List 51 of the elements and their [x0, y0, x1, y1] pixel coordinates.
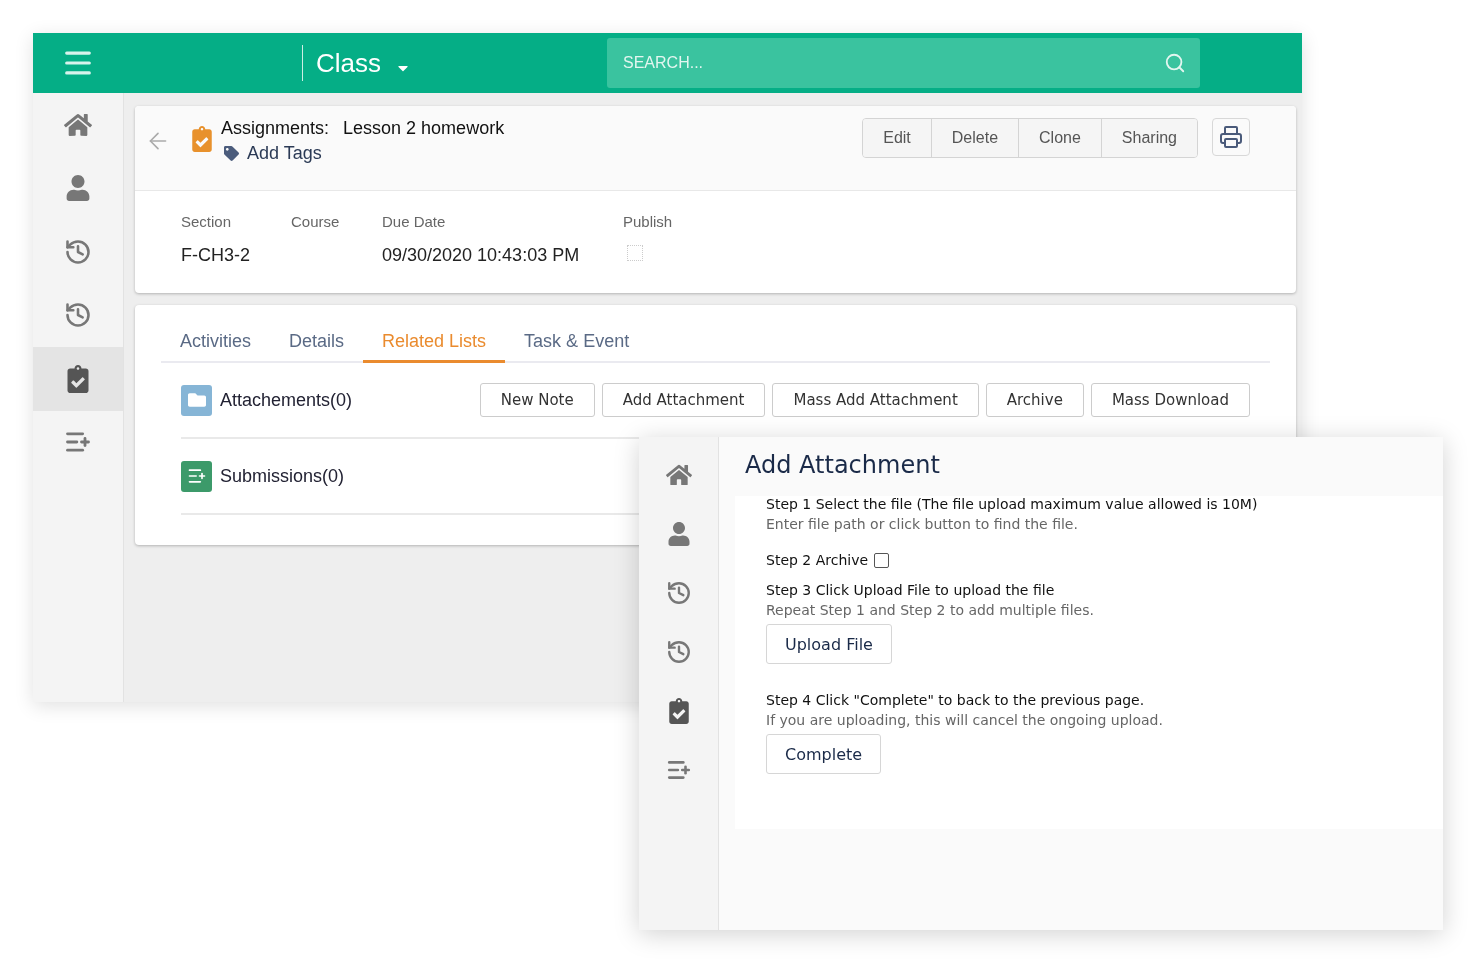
history-icon	[665, 638, 692, 665]
record-title: Lesson 2 homework	[343, 118, 505, 139]
search-field[interactable]: SEARCH...	[621, 53, 1164, 73]
action-button[interactable]: Delete	[930, 119, 1019, 157]
field-label: Section	[181, 213, 233, 230]
list-action-button[interactable]: Mass Add Attachment	[772, 383, 979, 417]
search-icon	[1164, 52, 1186, 74]
user-icon	[65, 175, 91, 202]
printer-icon	[1219, 125, 1243, 149]
step-hint: Enter file path or click button to find the file.	[766, 516, 1079, 532]
add-tags-link[interactable]: Add Tags	[224, 143, 505, 164]
list-action-button[interactable]: Archive	[985, 383, 1084, 417]
step-button[interactable]: Upload File	[766, 624, 892, 664]
action-button[interactable]: Clone	[1018, 119, 1101, 157]
step-hint: If you are uploading, this will cancel the ongoing upload.	[766, 712, 1164, 728]
field-label: Due Date	[382, 213, 447, 230]
field-value: F-CH3-2	[181, 245, 251, 266]
archive-checkbox[interactable]	[874, 552, 890, 568]
tab[interactable]: Task & Event	[505, 327, 649, 363]
step-hint: Repeat Step 1 and Step 2 to add multiple files.	[766, 602, 1095, 618]
action-button[interactable]: Sharing	[1100, 119, 1197, 157]
step-button[interactable]: Complete	[766, 734, 882, 774]
list-action-button[interactable]: New Note	[479, 383, 595, 417]
list-add-icon	[181, 460, 212, 492]
related-list-title: Submissions(0)	[220, 465, 345, 487]
publish-checkbox[interactable]	[627, 245, 643, 261]
step-title: Step 2 Archive	[766, 552, 869, 568]
step-title: Step 1 Select the file (The file upload maximum value allowed is 10M)	[766, 496, 1259, 512]
step-title: Step 3 Click Upload File to upload the file	[766, 582, 1056, 598]
history-icon	[665, 579, 692, 606]
field-label: Publish	[623, 213, 674, 230]
step-title: Step 4 Click "Complete" to back to the previous page.	[766, 692, 1146, 708]
history-icon	[64, 301, 92, 330]
list-action-button[interactable]: Add Attachment	[601, 383, 766, 417]
action-button[interactable]: Edit	[863, 119, 931, 157]
search-bar[interactable]: SEARCH...	[607, 38, 1200, 88]
dialog-title: Add Attachment	[745, 451, 941, 479]
field-value: 09/30/2020 10:43:03 PM	[382, 245, 581, 266]
list-action-button[interactable]: Mass Download	[1090, 383, 1250, 417]
user-icon	[666, 521, 691, 546]
sidebar-item[interactable]	[33, 347, 123, 411]
history-icon	[64, 237, 92, 266]
clipboard-check-icon	[191, 126, 213, 152]
tag-icon	[224, 146, 239, 161]
related-list-title: Attachements(0)	[220, 389, 353, 411]
folder-icon	[181, 384, 212, 416]
tab[interactable]: Activities	[161, 327, 270, 363]
field-label: Course	[291, 213, 341, 230]
print-button[interactable]	[1212, 118, 1250, 156]
record-type: Assignments:	[221, 118, 330, 139]
tab[interactable]: Details	[270, 327, 364, 363]
